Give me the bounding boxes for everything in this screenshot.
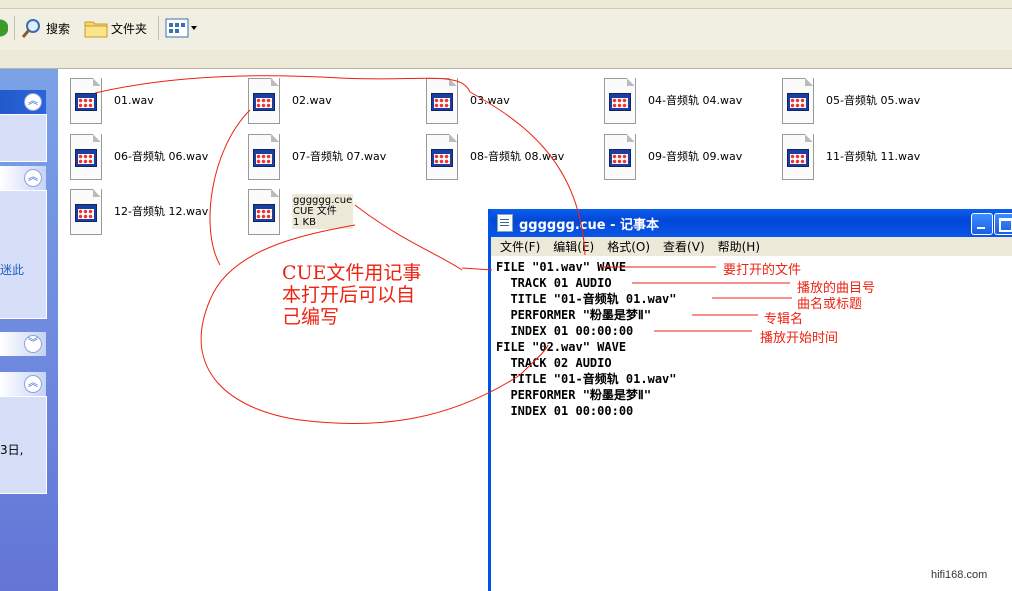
loop-curve	[200, 224, 521, 425]
loop-curve	[354, 204, 463, 271]
annotation-lines	[94, 75, 792, 425]
loop-curve	[209, 109, 251, 266]
loop-curve	[519, 344, 549, 376]
pointer-line	[461, 267, 493, 271]
watermark: hifi168.com	[931, 569, 988, 581]
